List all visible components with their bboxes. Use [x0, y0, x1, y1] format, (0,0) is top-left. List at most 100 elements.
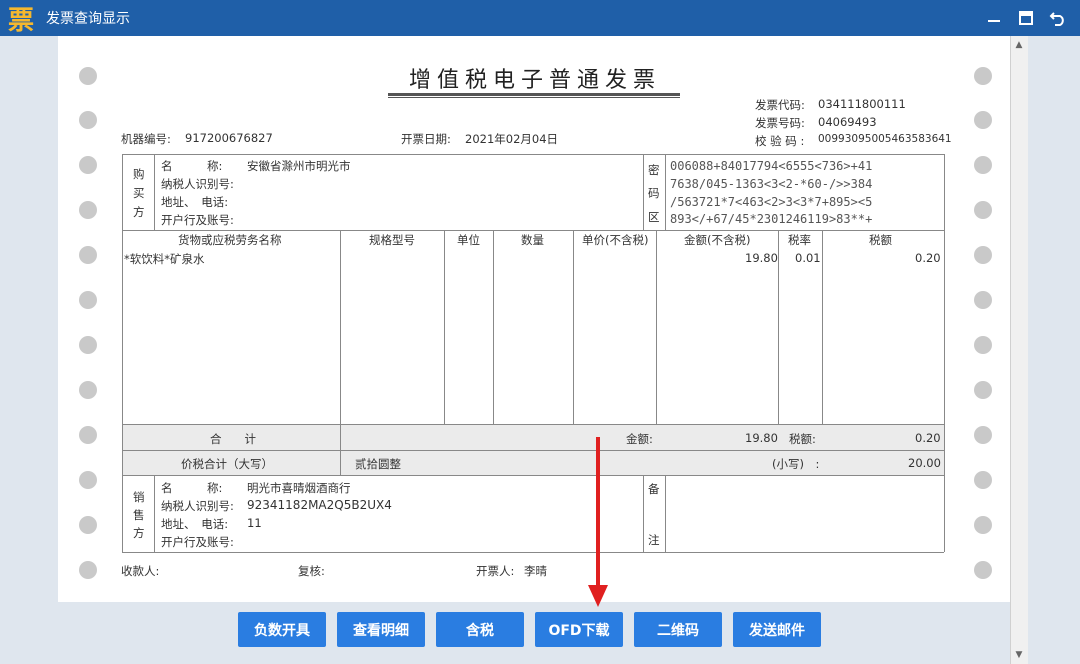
vertical-scrollbar[interactable]: [1010, 36, 1028, 664]
table-border: [656, 230, 657, 424]
punch-hole: [79, 426, 97, 444]
buyer-side-label: 方: [133, 205, 145, 219]
title-underline: [388, 97, 680, 98]
cipher-line: 006088+84017794<6555<736>+41: [670, 159, 873, 173]
seller-side-label: 售: [133, 508, 145, 522]
total-tax: 0.20: [915, 431, 941, 445]
table-border: [154, 475, 155, 552]
send-email-button[interactable]: 发送邮件: [733, 612, 821, 647]
punch-hole: [79, 67, 97, 85]
total-amount: 19.80: [745, 431, 778, 445]
punch-hole: [974, 426, 992, 444]
punch-hole: [974, 381, 992, 399]
punch-hole: [974, 336, 992, 354]
grand-total-words: 贰拾圆整: [355, 457, 401, 471]
cipher-line: 893</+67/45*2301246119>83**+: [670, 212, 873, 226]
grand-total: 20.00: [908, 456, 941, 470]
button-bar: [58, 602, 1010, 658]
column-header-price: 单价(不含税): [582, 233, 649, 247]
back-button[interactable]: [1042, 2, 1074, 34]
invoice-number-label: 发票号码:: [755, 116, 805, 130]
buyer-name: 安徽省滁州市明光市: [247, 159, 351, 173]
ofd-download-button[interactable]: OFD下载: [535, 612, 623, 647]
buyer-address-label: 地址、 电话:: [161, 195, 229, 209]
table-border: [340, 230, 341, 475]
check-code-label: 校 验 码 :: [755, 134, 805, 148]
punch-hole: [79, 336, 97, 354]
invoice-code: 034111800111: [818, 97, 906, 111]
column-header-tax: 税额: [869, 233, 892, 247]
item-tax-rate: 0.01: [795, 251, 821, 265]
negative-invoice-button[interactable]: 负数开具: [238, 612, 326, 647]
maximize-icon: [1019, 11, 1033, 25]
total-tax-label: 税额:: [789, 432, 816, 446]
item-amount: 19.80: [745, 251, 778, 265]
punch-hole: [974, 156, 992, 174]
invoice-number: 04069493: [818, 115, 877, 129]
table-border: [122, 154, 123, 552]
item-tax: 0.20: [915, 251, 941, 265]
reviewer-label: 复核:: [298, 564, 325, 578]
seller-side-label: 方: [133, 526, 145, 540]
window-title: 发票查询显示: [46, 11, 130, 27]
seller-tax-id-label: 纳税人识别号:: [161, 499, 234, 513]
table-border: [665, 154, 666, 230]
drawer-name: 李晴: [524, 564, 547, 578]
tax-included-button[interactable]: 含税: [436, 612, 524, 647]
column-header-unit: 单位: [457, 233, 480, 247]
view-details-button[interactable]: 查看明细: [337, 612, 425, 647]
buyer-side-label: 买: [133, 186, 145, 200]
column-header-amount: 金额(不含税): [684, 233, 751, 247]
check-code: 00993095005463583641: [818, 133, 952, 145]
punch-hole: [79, 246, 97, 264]
table-border: [493, 230, 494, 424]
table-border: [122, 552, 944, 553]
column-header-spec: 规格型号: [369, 233, 415, 247]
title-bar: 票 发票查询显示: [0, 0, 1080, 36]
buyer-bank-label: 开户行及账号:: [161, 213, 234, 227]
cipher-line: /563721*7<463<2>3<3*7+895><5: [670, 195, 873, 209]
punch-hole: [79, 381, 97, 399]
invoice-title: 增值税电子普通发票: [408, 68, 661, 93]
minimize-button[interactable]: [978, 2, 1010, 34]
table-border: [122, 154, 944, 155]
table-border: [122, 230, 944, 231]
annotation-arrow-head-icon: [588, 585, 608, 607]
table-border: [778, 230, 779, 424]
punch-hole: [974, 67, 992, 85]
punch-hole: [79, 516, 97, 534]
column-header-goods: 货物或应税劳务名称: [178, 233, 282, 247]
table-border: [822, 230, 823, 424]
qr-code-button[interactable]: 二维码: [634, 612, 722, 647]
maximize-button[interactable]: [1010, 2, 1042, 34]
punch-hole: [974, 246, 992, 264]
seller-side-label: 销: [133, 490, 145, 504]
item-name: *软饮料*矿泉水: [124, 252, 205, 266]
payee-label: 收款人:: [121, 564, 160, 578]
table-border: [444, 230, 445, 424]
invoice-code-label: 发票代码:: [755, 98, 805, 112]
issue-date: 2021年02月04日: [465, 132, 559, 146]
total-label: 合 计: [210, 432, 256, 446]
window-controls: [978, 0, 1074, 36]
punch-hole: [79, 201, 97, 219]
table-border: [122, 424, 944, 425]
issue-date-label: 开票日期:: [401, 132, 451, 146]
buyer-tax-id-label: 纳税人识别号:: [161, 177, 234, 191]
seller-bank-label: 开户行及账号:: [161, 535, 234, 549]
table-border: [944, 154, 945, 552]
punch-hole: [974, 561, 992, 579]
punch-hole: [79, 111, 97, 129]
cipher-side-label: 密: [648, 163, 660, 177]
punch-hole: [974, 201, 992, 219]
seller-address: 11: [247, 516, 262, 530]
scroll-up-icon[interactable]: ▲: [1013, 40, 1025, 50]
table-border: [122, 475, 944, 476]
punch-hole: [974, 471, 992, 489]
column-header-qty: 数量: [521, 233, 544, 247]
scroll-down-icon[interactable]: ▼: [1013, 650, 1025, 660]
table-border: [665, 475, 666, 552]
remark-label: 备: [648, 482, 660, 496]
seller-name-label: 名 称:: [161, 481, 223, 495]
minimize-icon: [988, 20, 1000, 22]
